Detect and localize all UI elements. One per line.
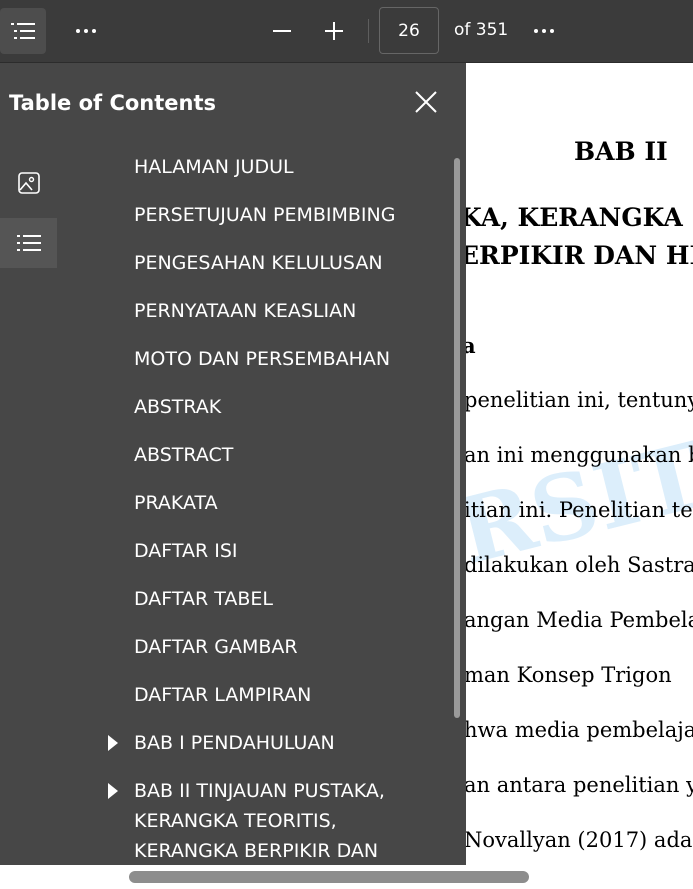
toc-item[interactable]: PRAKATA [134, 488, 434, 518]
close-panel-button[interactable] [411, 87, 441, 117]
toc-item[interactable]: DAFTAR LAMPIRAN [134, 680, 434, 710]
total-pages: of 351 [454, 20, 509, 40]
more-tools-button[interactable] [524, 8, 564, 54]
toc-item[interactable]: HALAMAN JUDUL [134, 152, 434, 182]
zoom-in-icon [325, 22, 343, 40]
zoom-out-icon [273, 30, 291, 32]
toc-item[interactable]: BAB I PENDAHULUAN [134, 728, 434, 758]
body-line: an antara penelitian ya [466, 773, 693, 797]
contents-toggle-button[interactable] [0, 8, 46, 54]
body-line: an ini menggunakan be [466, 443, 693, 467]
toc-item[interactable]: MOTO DAN PERSEMBAHAN [134, 344, 434, 374]
current-page: 26 [398, 20, 420, 41]
more-options-button[interactable] [66, 8, 106, 54]
zoom-out-button[interactable] [262, 8, 302, 54]
expand-arrow-icon[interactable] [108, 783, 118, 799]
more-icon [76, 29, 80, 33]
toc-item[interactable]: PERSETUJUAN PEMBIMBING [134, 200, 434, 230]
horizontal-scrollbar-thumb[interactable] [129, 871, 529, 883]
toc-list: HALAMAN JUDUL PERSETUJUAN PEMBIMBING PEN… [0, 143, 452, 865]
toc-item[interactable]: BAB II TINJAUAN PUSTAKA, KERANGKA TEORIT… [134, 776, 434, 865]
toc-item[interactable]: DAFTAR GAMBAR [134, 632, 434, 662]
chapter-title-line-2: ERPIKIR DAN HIP [466, 241, 693, 270]
toc-item[interactable]: PENGESAHAN KELULUSAN [134, 248, 434, 278]
body-line: man Konsep Trigon [466, 663, 672, 687]
chapter-heading: BAB II [574, 137, 668, 166]
body-line: penelitian ini, tentunya [466, 388, 693, 412]
body-line: hwa media pembelajaran [466, 718, 693, 742]
contents-list-icon [11, 23, 35, 39]
expand-arrow-icon[interactable] [108, 735, 118, 751]
toolbar: 26 of 351 [0, 0, 693, 63]
toc-item[interactable]: DAFTAR TABEL [134, 584, 434, 614]
toc-item[interactable]: ABSTRACT [134, 440, 434, 470]
chapter-title-line-1: KA, KERANGKA [466, 203, 683, 232]
toc-item[interactable]: DAFTAR ISI [134, 536, 434, 566]
toc-scrollbar[interactable] [454, 158, 460, 718]
table-of-contents-panel: Table of Contents HALAMAN JUDUL PERSETUJ… [0, 63, 466, 865]
body-line: itian ini. Penelitian terse [466, 498, 693, 522]
body-line: angan Media Pembelaja [466, 608, 693, 632]
page-number-input[interactable]: 26 [379, 7, 439, 54]
more-icon [534, 29, 538, 33]
body-line: Novallyan (2017) ada [466, 828, 693, 852]
toc-item[interactable]: ABSTRAK [134, 392, 434, 422]
section-heading: a [466, 333, 476, 358]
horizontal-scrollbar-track [0, 865, 693, 889]
close-icon [415, 91, 437, 113]
toolbar-divider [368, 19, 369, 43]
toc-item[interactable]: PERNYATAAN KEASLIAN [134, 296, 434, 326]
document-page: RSITA BAB II KA, KERANGKA ERPIKIR DAN HI… [466, 63, 693, 865]
body-line: dilakukan oleh Sastrawa [466, 553, 693, 577]
panel-title: Table of Contents [9, 91, 217, 115]
zoom-in-button[interactable] [314, 8, 354, 54]
